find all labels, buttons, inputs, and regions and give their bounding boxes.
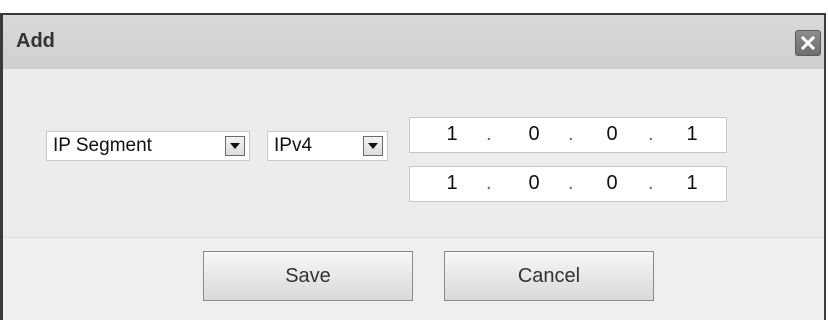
- dropdown-arrow-icon[interactable]: [363, 136, 383, 156]
- ip-separator: .: [648, 123, 654, 145]
- dialog-titlebar: Add: [3, 15, 824, 69]
- ip-octet[interactable]: 0: [522, 123, 546, 146]
- ip-octet[interactable]: 0: [600, 123, 624, 146]
- ip-octet[interactable]: 0: [522, 172, 546, 195]
- dialog-body: IP Segment IPv4 1 . 0 . 0 . 1 1 . 0 . 0 …: [3, 69, 824, 238]
- ip-separator: .: [568, 123, 574, 145]
- ip-separator: .: [486, 172, 492, 194]
- add-dialog: Add IP Segment IPv4 1 . 0 . 0 . 1 1 . 0 …: [0, 13, 826, 320]
- ip-separator: .: [486, 123, 492, 145]
- ip-version-select[interactable]: IPv4: [267, 131, 388, 161]
- ip-octet[interactable]: 1: [680, 123, 704, 146]
- type-select-value: IP Segment: [53, 135, 152, 156]
- cancel-button[interactable]: Cancel: [444, 251, 654, 301]
- save-button[interactable]: Save: [203, 251, 413, 301]
- dialog-title: Add: [16, 30, 55, 52]
- ip-version-select-value: IPv4: [274, 135, 313, 156]
- ip-separator: .: [568, 172, 574, 194]
- ip-separator: .: [648, 172, 654, 194]
- start-ip-input[interactable]: 1 . 0 . 0 . 1: [409, 117, 727, 153]
- dialog-footer: [3, 238, 824, 320]
- end-ip-input[interactable]: 1 . 0 . 0 . 1: [409, 166, 727, 202]
- dropdown-arrow-icon[interactable]: [225, 136, 245, 156]
- type-select[interactable]: IP Segment: [46, 131, 250, 161]
- ip-octet[interactable]: 1: [680, 172, 704, 195]
- ip-octet[interactable]: 0: [600, 172, 624, 195]
- ip-octet[interactable]: 1: [440, 123, 464, 146]
- close-button[interactable]: [795, 30, 821, 56]
- ip-octet[interactable]: 1: [440, 172, 464, 195]
